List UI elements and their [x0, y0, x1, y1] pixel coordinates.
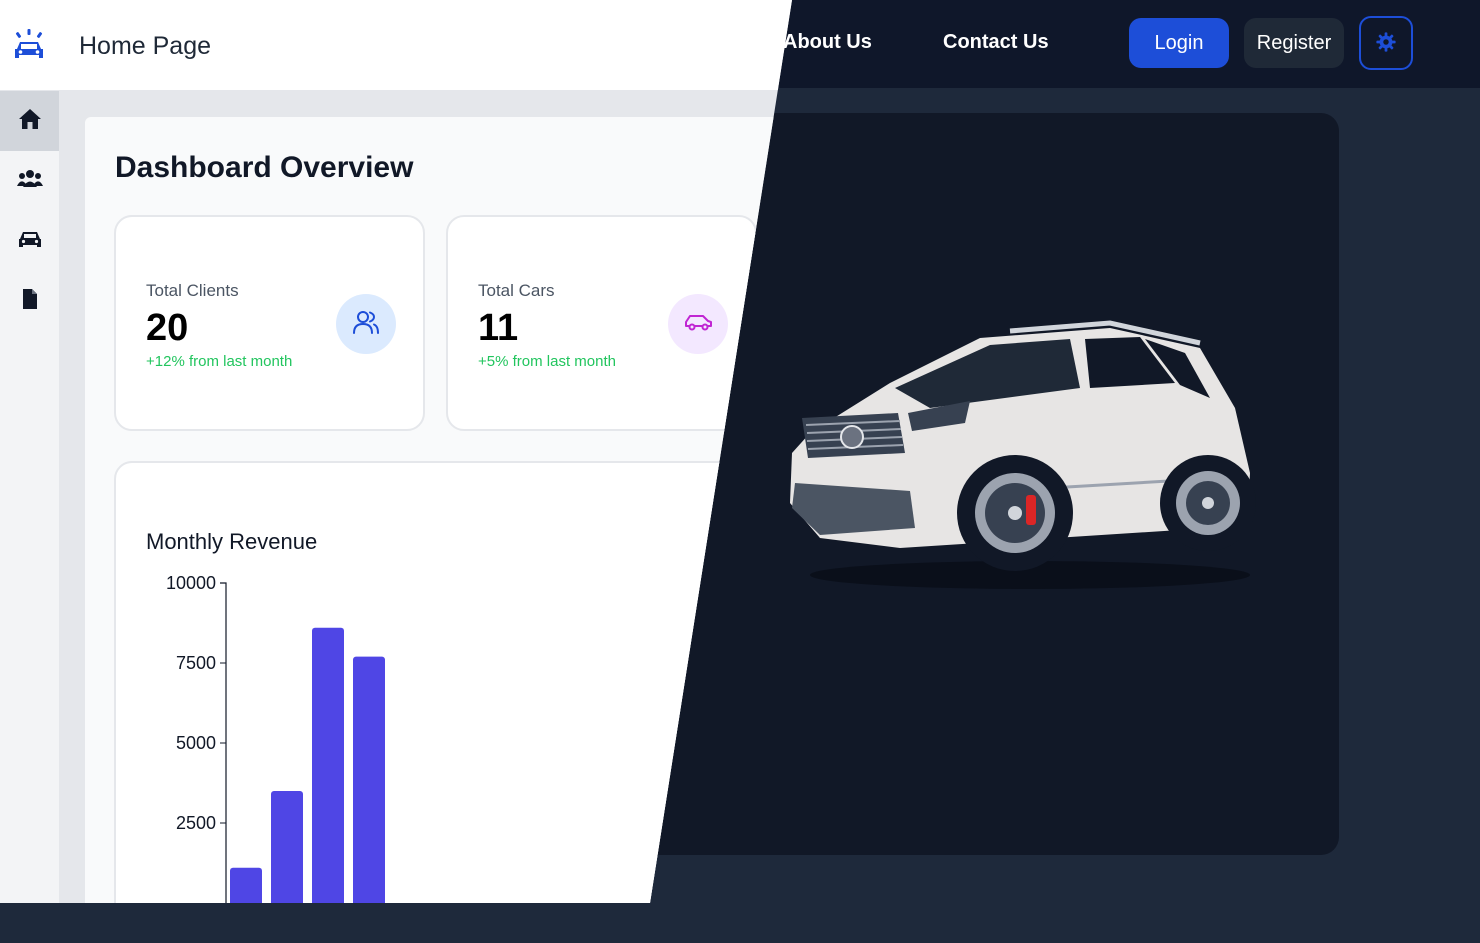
y-tick-label: 2500	[176, 813, 216, 833]
sidebar	[0, 91, 60, 903]
stat-icon-badge	[668, 294, 728, 354]
stat-value: 11	[478, 307, 519, 349]
revenue-bar[interactable]	[271, 791, 303, 943]
users-icon	[352, 309, 380, 340]
stat-change: +5% from last month	[478, 353, 616, 370]
page-title: Home Page	[79, 32, 212, 60]
suv-car-image	[790, 320, 1256, 589]
car-icon	[18, 229, 42, 254]
home-icon	[18, 108, 42, 135]
y-tick-label: 7500	[176, 653, 216, 673]
nav-link-contact-us[interactable]: Contact Us	[943, 31, 1049, 54]
stat-card-total-clients: Total Clients 20 +12% from last month	[114, 215, 425, 431]
car-icon	[683, 312, 713, 337]
sidebar-item-clients[interactable]	[0, 151, 59, 211]
gear-icon	[1375, 31, 1397, 56]
y-tick-label: 10000	[166, 573, 216, 593]
stat-label: Total Cars	[478, 281, 555, 300]
y-axis-line	[220, 582, 227, 903]
dashboard-title: Dashboard Overview	[115, 151, 414, 184]
revenue-bar[interactable]	[230, 867, 262, 943]
users-icon	[16, 168, 43, 195]
sidebar-item-documents[interactable]	[0, 271, 59, 331]
police-car-logo-icon	[12, 28, 46, 67]
sidebar-item-home[interactable]	[0, 91, 59, 151]
file-icon	[21, 288, 39, 315]
y-tick-label: 5000	[176, 733, 216, 753]
register-button[interactable]: Register	[1244, 18, 1344, 68]
stat-card-total-cars: Total Cars 11 +5% from last month	[446, 215, 757, 431]
revenue-bar[interactable]	[353, 656, 385, 943]
nav-link-about-us[interactable]: About Us	[783, 31, 872, 54]
stat-label: Total Clients	[146, 281, 239, 300]
stat-change: +12% from last month	[146, 353, 293, 370]
login-button[interactable]: Login	[1129, 18, 1229, 68]
revenue-bar[interactable]	[312, 627, 344, 943]
stat-icon-badge	[336, 294, 396, 354]
stat-value: 20	[146, 307, 189, 349]
sidebar-item-cars[interactable]	[0, 211, 59, 271]
theme-toggle-button[interactable]	[1359, 16, 1413, 70]
